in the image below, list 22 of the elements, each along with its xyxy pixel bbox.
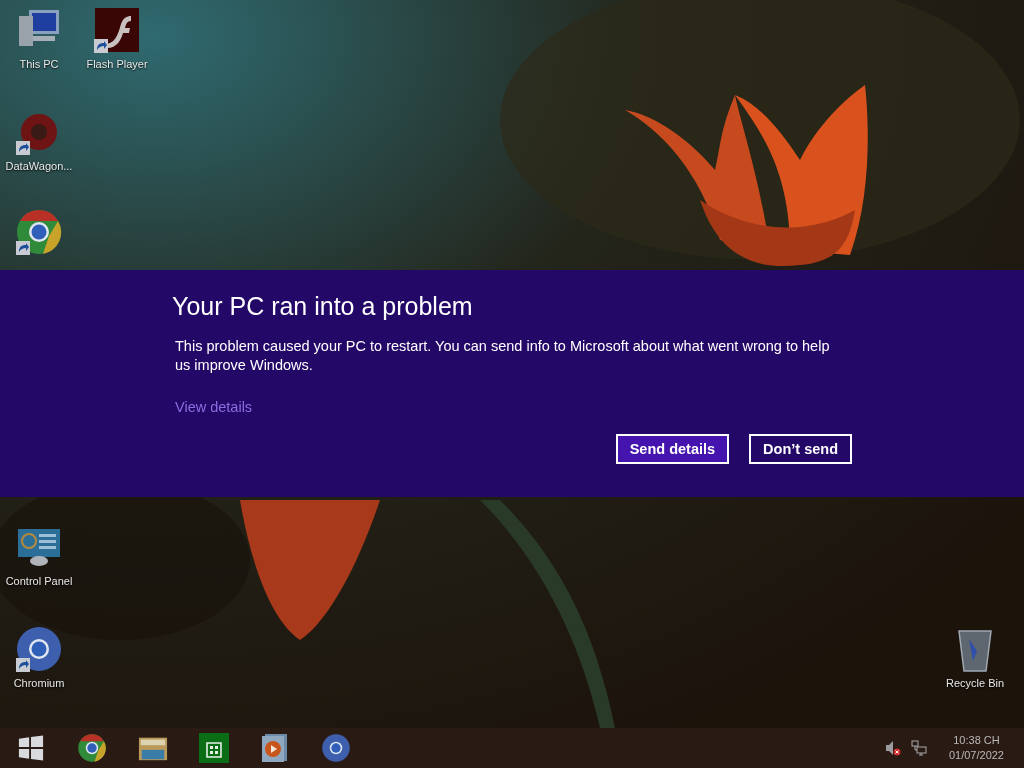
chrome-icon[interactable] — [15, 208, 63, 256]
chrome-icon[interactable] — [76, 733, 107, 763]
view-details-link[interactable]: View details — [175, 399, 253, 415]
media-player-icon[interactable] — [259, 733, 290, 763]
muted-speaker-icon[interactable] — [884, 740, 901, 756]
icon-label[interactable]: DataWagon... — [5, 160, 73, 172]
network-icon[interactable] — [910, 740, 927, 756]
clock[interactable]: 10:38 CH 01/07/2022 — [948, 733, 1004, 763]
chromium-icon[interactable] — [15, 625, 63, 673]
icon-label[interactable]: This PC — [19, 58, 59, 70]
banner-button[interactable]: Don’t send — [749, 434, 852, 464]
chromium-icon[interactable] — [320, 733, 351, 763]
banner-title: Your PC ran into a problem — [172, 292, 474, 321]
banner-button[interactable]: Send details — [615, 434, 730, 464]
icon-label[interactable]: Recycle Bin — [945, 677, 1005, 689]
banner-message: This problem caused your PC to restart. You can send info to Microsoft about what went wrong to help us improve Windows. — [175, 337, 831, 375]
icon-label[interactable]: Chromium — [13, 677, 65, 689]
icon-label[interactable]: Control Panel — [5, 575, 73, 587]
store-icon[interactable] — [198, 733, 229, 763]
icon-label[interactable]: Flash Player — [86, 58, 148, 70]
flash-icon[interactable] — [93, 6, 141, 54]
windows-logo-icon[interactable] — [17, 735, 44, 761]
